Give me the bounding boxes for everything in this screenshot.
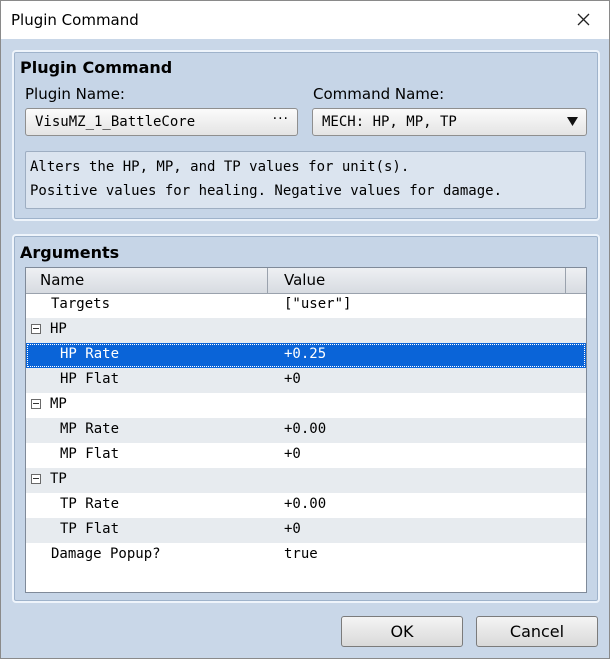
table-row[interactable]: TP Flat +0 — [26, 518, 586, 543]
title-bar: Plugin Command — [1, 1, 609, 39]
collapse-icon[interactable] — [31, 474, 41, 484]
table-row[interactable]: Targets ["user"] — [26, 293, 586, 318]
window-title: Plugin Command — [11, 11, 139, 29]
table-row[interactable]: HP Rate +0.25 — [26, 343, 586, 368]
plugin-command-group-title: Plugin Command — [20, 58, 173, 77]
argument-name: TP Flat — [60, 521, 120, 537]
table-row[interactable]: Damage Popup? true — [26, 543, 586, 568]
command-name-value: MECH: HP, MP, TP — [322, 114, 457, 130]
collapse-icon[interactable] — [31, 399, 41, 409]
argument-name: TP — [50, 471, 67, 487]
plugin-name-value: VisuMZ_1_BattleCore — [35, 114, 196, 130]
cancel-button[interactable]: Cancel — [476, 616, 598, 647]
description-line-1: Alters the HP, MP, and TP values for uni… — [30, 159, 410, 175]
argument-name: HP Rate — [60, 346, 120, 362]
table-row[interactable]: TP Rate +0.00 — [26, 493, 586, 518]
plugin-command-dialog: Plugin Command Plugin Command Plugin Nam… — [0, 0, 610, 659]
argument-value: ["user"] — [284, 296, 352, 312]
chevron-down-icon — [567, 117, 578, 126]
collapse-icon[interactable] — [31, 324, 41, 334]
description-line-2: Positive values for healing. Negative va… — [30, 183, 503, 199]
argument-name: HP Flat — [60, 371, 120, 387]
column-header-name[interactable]: Name — [40, 271, 84, 289]
argument-value: +0 — [284, 446, 301, 462]
table-group-row[interactable]: TP — [26, 468, 586, 493]
arguments-group-title: Arguments — [20, 243, 120, 262]
table-group-row[interactable]: HP — [26, 318, 586, 343]
column-header-value[interactable]: Value — [284, 271, 325, 289]
argument-name: MP Rate — [60, 421, 120, 437]
argument-name: Damage Popup? — [51, 546, 161, 562]
argument-value: +0.00 — [284, 421, 327, 437]
argument-value: +0.25 — [284, 346, 327, 362]
argument-value: +0 — [284, 521, 301, 537]
browse-icon: ··· — [272, 111, 289, 127]
argument-name: MP — [50, 396, 67, 412]
argument-name: TP Rate — [60, 496, 120, 512]
argument-value: true — [284, 546, 318, 562]
argument-value: +0.00 — [284, 496, 327, 512]
command-name-select[interactable]: MECH: HP, MP, TP — [312, 108, 587, 136]
argument-name: MP Flat — [60, 446, 120, 462]
close-icon — [577, 13, 590, 26]
plugin-name-field[interactable]: VisuMZ_1_BattleCore ··· — [25, 108, 298, 136]
command-name-label: Command Name: — [313, 85, 445, 103]
arguments-table: Name Value Targets ["user"] HP HP Rate +0.25… — [25, 267, 587, 593]
argument-value: +0 — [284, 371, 301, 387]
argument-name: HP — [50, 321, 67, 337]
plugin-name-label: Plugin Name: — [25, 85, 125, 103]
ok-button[interactable]: OK — [341, 616, 463, 647]
table-row[interactable]: MP Rate +0.00 — [26, 418, 586, 443]
table-group-row[interactable]: MP — [26, 393, 586, 418]
argument-name: Targets — [51, 296, 111, 312]
table-row[interactable]: HP Flat +0 — [26, 368, 586, 393]
close-button[interactable] — [569, 6, 599, 34]
command-description: Alters the HP, MP, and TP values for uni… — [25, 151, 586, 209]
table-row[interactable]: MP Flat +0 — [26, 443, 586, 468]
table-header: Name Value — [26, 268, 586, 294]
